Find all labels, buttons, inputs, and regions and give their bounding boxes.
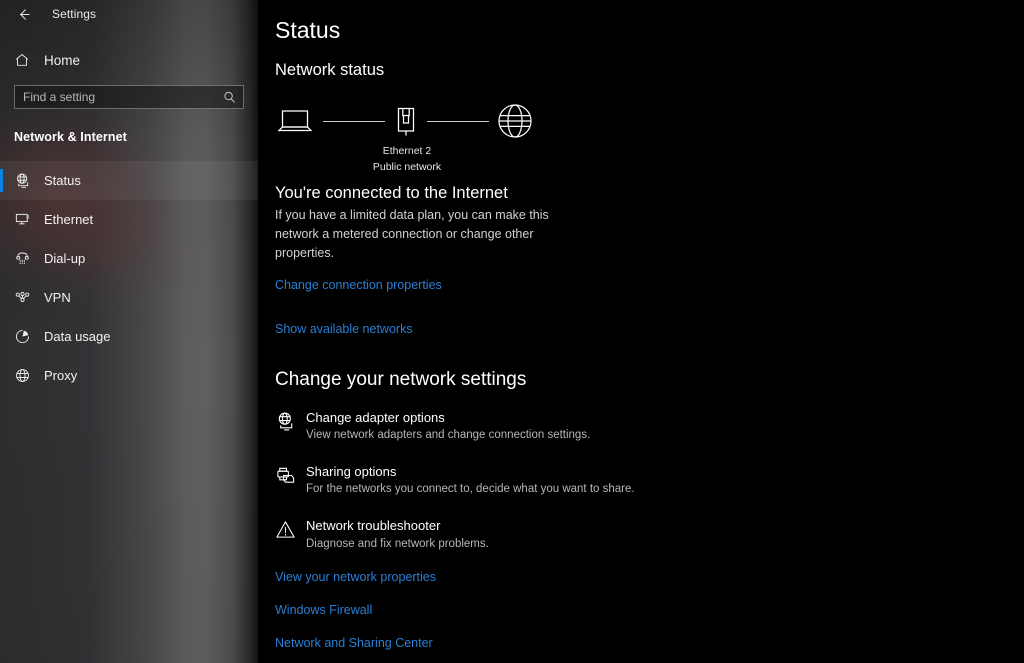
search-box[interactable] <box>14 85 244 109</box>
warning-triangle-icon <box>275 517 306 552</box>
option-description: View network adapters and change connect… <box>306 429 591 442</box>
option-text: Network troubleshooter Diagnose and fix … <box>306 517 489 552</box>
globe-icon <box>14 366 36 386</box>
back-arrow-icon[interactable] <box>6 1 40 27</box>
home-icon <box>14 52 36 68</box>
connection-description: If you have a limited data plan, you can… <box>275 208 549 260</box>
link-show-available-networks[interactable]: Show available networks <box>275 322 413 336</box>
sidebar-item-label: VPN <box>44 290 71 305</box>
sidebar-item-home[interactable]: Home <box>0 47 258 73</box>
title-bar: Settings <box>0 0 258 28</box>
change-properties-row: Change connection properties <box>275 276 1024 294</box>
page-title: Status <box>275 17 341 43</box>
change-settings-heading: Change your network settings <box>275 368 527 390</box>
globe-monitor-icon <box>275 409 306 444</box>
sidebar-item-label: Ethernet <box>44 212 94 227</box>
link-network-and-sharing-center[interactable]: Network and Sharing Center <box>275 636 1024 650</box>
bottom-links-list: View your network properties Windows Fir… <box>275 570 1024 663</box>
search-container <box>0 85 258 109</box>
monitor-icon <box>14 210 36 230</box>
sidebar-item-proxy[interactable]: Proxy <box>0 356 258 395</box>
main-content: Status Network status Ethernet 2 Public … <box>258 0 1024 663</box>
sidebar-nav: Status Ethernet Dial-up VPN Data usage P… <box>0 161 258 395</box>
network-options-list: Change adapter options View network adap… <box>275 409 1024 553</box>
adapter-name: Ethernet 2 <box>382 145 432 158</box>
option-title: Network troubleshooter <box>306 517 441 533</box>
option-title: Sharing options <box>306 463 397 479</box>
sharing-printer-icon <box>275 463 306 498</box>
sidebar-item-ethernet[interactable]: Ethernet <box>0 200 258 239</box>
network-type: Public network <box>372 160 442 173</box>
app-title: Settings <box>52 7 97 21</box>
sidebar-item-label: Proxy <box>44 368 78 383</box>
diagram-caption: Ethernet 2 Public network <box>337 144 477 174</box>
network-diagram: Ethernet 2 Public network <box>275 98 535 173</box>
option-description: Diagnose and fix network problems. <box>306 537 489 550</box>
option-text: Sharing options For the networks you con… <box>306 463 635 498</box>
link-view-network-properties[interactable]: View your network properties <box>275 570 1024 584</box>
sidebar-category-title: Network & Internet <box>14 130 127 144</box>
search-input[interactable] <box>15 86 243 108</box>
option-description: For the networks you connect to, decide … <box>306 483 635 496</box>
option-title: Change adapter options <box>306 409 445 425</box>
option-change-adapter-options[interactable]: Change adapter options View network adap… <box>275 409 1024 444</box>
sidebar-home-label: Home <box>44 52 81 68</box>
settings-window: Settings Home Netwo <box>0 0 1024 663</box>
connection-heading: You're connected to the Internet <box>275 184 508 203</box>
sidebar-item-vpn[interactable]: VPN <box>0 278 258 317</box>
phone-icon <box>14 249 36 269</box>
sidebar-item-dial-up[interactable]: Dial-up <box>0 239 258 278</box>
laptop-icon <box>275 105 315 137</box>
search-icon[interactable] <box>223 91 236 104</box>
sidebar: Settings Home Netwo <box>0 0 258 663</box>
sidebar-item-label: Dial-up <box>44 251 86 266</box>
network-diagram-row <box>275 98 535 144</box>
sidebar-item-label: Status <box>44 173 81 188</box>
show-networks-row: Show available networks <box>275 320 1024 338</box>
sidebar-item-label: Data usage <box>44 329 111 344</box>
option-text: Change adapter options View network adap… <box>306 409 590 444</box>
vpn-nodes-icon <box>14 288 36 308</box>
pie-chart-icon <box>14 327 36 347</box>
sidebar-item-status[interactable]: Status <box>0 161 258 200</box>
globe-monitor-icon <box>14 171 36 191</box>
diagram-link-right <box>427 120 489 122</box>
diagram-link-left <box>323 120 385 122</box>
link-change-connection-properties[interactable]: Change connection properties <box>275 278 442 292</box>
ethernet-connector-icon <box>393 104 419 138</box>
network-status-heading: Network status <box>275 61 385 80</box>
sidebar-item-data-usage[interactable]: Data usage <box>0 317 258 356</box>
selection-indicator <box>0 169 3 192</box>
link-windows-firewall[interactable]: Windows Firewall <box>275 603 1024 617</box>
option-sharing-options[interactable]: Sharing options For the networks you con… <box>275 463 1024 498</box>
globe-icon <box>497 103 533 139</box>
option-network-troubleshooter[interactable]: Network troubleshooter Diagnose and fix … <box>275 517 1024 552</box>
